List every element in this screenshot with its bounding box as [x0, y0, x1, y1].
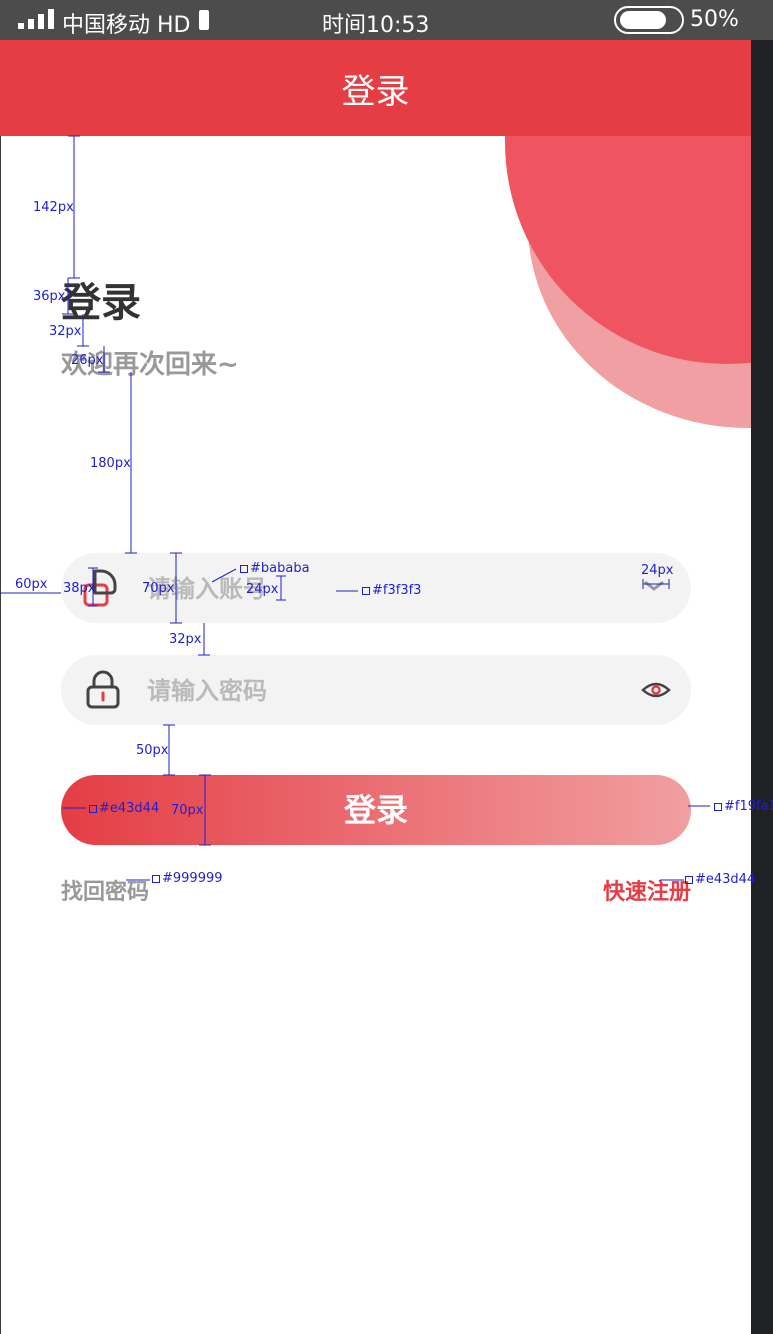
- carrier-label: 中国移动 HD: [62, 13, 191, 38]
- forgot-password-link[interactable]: 找回密码: [61, 874, 149, 906]
- page-subtitle: 欢迎再次回来~: [61, 350, 239, 380]
- status-time: 时间10:53: [322, 13, 430, 38]
- chevron-down-icon[interactable]: [641, 575, 667, 595]
- battery-percent: 50%: [690, 7, 739, 32]
- lock-icon: [86, 670, 120, 709]
- user-icon: [83, 569, 117, 607]
- register-link[interactable]: 快速注册: [603, 874, 691, 906]
- signal-icon: [18, 9, 54, 29]
- nav-title: 登录: [341, 72, 410, 112]
- password-placeholder: 请输入密码: [147, 677, 267, 705]
- status-bar: 中国移动 HD 时间10:53 50%: [0, 0, 773, 40]
- account-input[interactable]: 请输入账号: [61, 553, 691, 623]
- page-title: 登录: [61, 280, 141, 326]
- phone-screen: 登录 登录 欢迎再次回来~ 请输入账号 请输入密码 登录 找回密码 快速注册: [0, 0, 751, 1334]
- sim-icon: [199, 10, 209, 30]
- password-input[interactable]: 请输入密码: [61, 655, 691, 725]
- eye-icon[interactable]: [641, 679, 671, 701]
- nav-bar: 登录: [0, 40, 751, 136]
- battery-icon: [614, 6, 684, 34]
- account-placeholder: 请输入账号: [147, 575, 267, 603]
- login-button[interactable]: 登录: [61, 775, 691, 845]
